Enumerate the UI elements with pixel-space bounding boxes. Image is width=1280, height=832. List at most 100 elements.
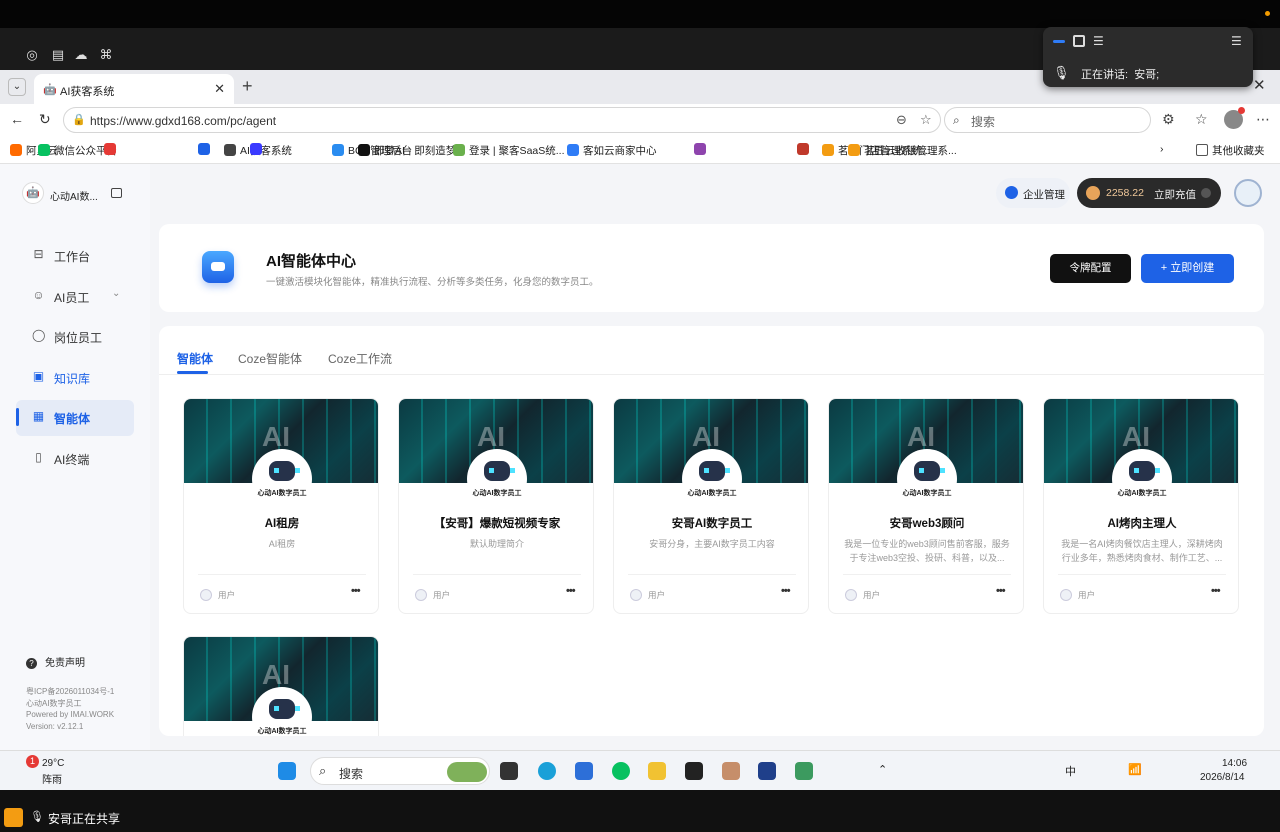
- sidebar-collapse-icon[interactable]: [111, 188, 122, 198]
- more-options-icon[interactable]: •••: [566, 585, 576, 597]
- bookmark-item[interactable]: 客如云商家中心: [567, 143, 657, 158]
- spreadsheet-icon[interactable]: [795, 762, 813, 780]
- more-options-icon[interactable]: •••: [996, 585, 1006, 597]
- m-app-icon[interactable]: [758, 762, 776, 780]
- sidebar-item-label: 岗位员工: [54, 331, 103, 345]
- clock-date[interactable]: 2026/8/14: [1200, 772, 1245, 783]
- favorites-icon[interactable]: ☆: [1195, 111, 1208, 128]
- bookmark-item[interactable]: [694, 143, 710, 156]
- tab-coze-workflows[interactable]: Coze工作流: [328, 350, 392, 367]
- agent-card[interactable]: 心动AI数字员工安哥web3顾问我是一位专业的web3顾问售前客服，服务于专注w…: [828, 398, 1024, 614]
- bookmark-item[interactable]: 登录 | 聚客SaaS统...: [453, 143, 565, 158]
- extensions-icon[interactable]: ⚙: [1162, 111, 1175, 128]
- agent-card[interactable]: 心动AI数字员工 AI烤肉主理人我是一名AI烤肉餐饮店主理人，深耕烤肉行业多年，熟…: [1043, 398, 1239, 614]
- back-button[interactable]: ←: [10, 111, 24, 127]
- url-field[interactable]: 🔒 https://www.gdxd168.com/pc/agent ⊖ ☆: [63, 107, 941, 133]
- robot-label: 心动AI数字员工: [472, 490, 522, 497]
- edge-icon[interactable]: [538, 762, 556, 780]
- bookmark-item[interactable]: [104, 143, 120, 156]
- more-options-icon[interactable]: •••: [351, 585, 361, 597]
- agent-desc: AI租房: [268, 539, 296, 549]
- sidebar-item-0[interactable]: ⊟ 工作台: [16, 238, 134, 274]
- terminal-icon[interactable]: [685, 762, 703, 780]
- clock-time[interactable]: 14:06: [1222, 758, 1247, 769]
- agent-owner: 用户: [1078, 590, 1096, 600]
- sidebar-item-5[interactable]: ▯ AI终端: [16, 441, 134, 477]
- chevron-right-icon[interactable]: ›: [1160, 143, 1164, 155]
- tab-list-button[interactable]: ⌄: [8, 78, 26, 96]
- agent-card[interactable]: 心动AI数字员工【安哥】爆款短视频专家默认助理简介用户 •••: [398, 398, 594, 614]
- bookmark-icon: [848, 144, 860, 156]
- wechat-icon[interactable]: [612, 762, 630, 780]
- folder-icon[interactable]: [648, 762, 666, 780]
- bookmark-item[interactable]: 即梦AI - 即刻造梦: [358, 143, 456, 158]
- ime-indicator[interactable]: 中: [1065, 763, 1076, 779]
- windows-start-icon[interactable]: [278, 762, 296, 780]
- bookmark-item[interactable]: [250, 143, 266, 156]
- bookmark-icon: [224, 144, 236, 156]
- sidebar-item-4[interactable]: ▦ 智能体: [16, 400, 134, 436]
- agent-center-icon: [202, 251, 234, 283]
- grid-icon: ▦: [32, 409, 45, 423]
- avatar-app-icon[interactable]: [722, 762, 740, 780]
- card-divider: [198, 574, 366, 575]
- agent-card[interactable]: 心动AI数字员工 AI租房 AI租房用户 •••: [183, 398, 379, 614]
- voice-popup: ☰ ☰ 🎙 正在讲话: 安哥;: [1043, 27, 1253, 87]
- other-bookmarks[interactable]: 其他收藏夹: [1196, 143, 1265, 158]
- sidebar-item-2[interactable]: ◯ 岗位员工: [16, 319, 134, 355]
- card-divider: [628, 574, 796, 575]
- taskbar: 1 29°C 阵雨 ⌕ 搜索 ⌃ 中 📶 14:06 2026/8/14: [0, 750, 1280, 790]
- more-icon[interactable]: ⋯: [1256, 111, 1270, 128]
- new-tab-button[interactable]: +: [242, 76, 253, 97]
- minimize-icon[interactable]: [1053, 40, 1065, 43]
- bookmark-item[interactable]: [198, 143, 214, 156]
- eye-off-icon[interactable]: ◎: [24, 48, 40, 62]
- share-text: 安哥正在共享: [48, 812, 121, 826]
- doc-icon[interactable]: ▤: [50, 48, 66, 62]
- sidebar-item-1[interactable]: ☺ AI员工 ⌄: [16, 279, 134, 315]
- browser-tab[interactable]: 🤖 AI获客系统 ✕: [34, 74, 234, 104]
- bookmark-icon: [38, 144, 50, 156]
- reload-button[interactable]: ↻: [39, 111, 51, 128]
- bookmark-label: 登录 | 聚客SaaS统...: [469, 145, 565, 157]
- menu-icon[interactable]: ☰: [1093, 35, 1105, 47]
- enterprise-button[interactable]: 企业管理: [996, 178, 1070, 208]
- balance-pill[interactable]: 2258.22 立即充值: [1077, 178, 1221, 208]
- browser-search-field[interactable]: ⌕ 搜索: [944, 107, 1151, 133]
- tab-agents[interactable]: 智能体: [177, 350, 213, 367]
- user-avatar[interactable]: [1234, 179, 1262, 207]
- icp-text[interactable]: 粤ICP备2026011034号-1: [26, 686, 114, 697]
- taskbar-search[interactable]: ⌕ 搜索: [310, 757, 490, 785]
- cloud-icon[interactable]: ☁: [73, 48, 89, 62]
- app-icon[interactable]: [575, 762, 593, 780]
- favorite-star-icon[interactable]: ☆: [920, 112, 932, 128]
- speaking-text: 正在讲话: 安哥;: [1081, 69, 1160, 81]
- app-page: 🤖 心动AI数... ⊟ 工作台 ☺ AI员工 ⌄ ◯ 岗位员工 ▣ 知识库 ▦ 智能体 ▯ AI终端 …: [0, 164, 1280, 750]
- more-options-icon[interactable]: •••: [781, 585, 791, 597]
- user-icon: [630, 589, 642, 601]
- close-tab-icon[interactable]: ✕: [214, 81, 225, 97]
- bookmark-item[interactable]: 茗匠云收银管理系...: [848, 143, 957, 158]
- disclaimer-link[interactable]: ? 免责声明: [26, 654, 85, 669]
- wifi-icon[interactable]: 📶: [1128, 763, 1142, 776]
- list-icon[interactable]: ☰: [1231, 35, 1243, 47]
- bookmark-item[interactable]: [797, 143, 813, 156]
- task-view-icon[interactable]: [500, 762, 518, 780]
- enterprise-icon: [1005, 186, 1018, 199]
- agent-card[interactable]: 心动AI数字员工安哥AI数字员工安哥分身，主要AI数字员工内容用户 •••: [613, 398, 809, 614]
- microphone-icon: 🎙: [30, 811, 44, 823]
- chevron-up-icon[interactable]: ⌃: [878, 763, 887, 776]
- translate-icon[interactable]: ⌘: [98, 48, 114, 62]
- window-close-button[interactable]: ✕: [1253, 76, 1266, 94]
- sidebar-item-3[interactable]: ▣ 知识库: [16, 360, 134, 396]
- bookmark-icon: [358, 144, 370, 156]
- zoom-icon[interactable]: ⊖: [896, 112, 907, 128]
- window-icon[interactable]: [1073, 35, 1085, 47]
- create-button[interactable]: + 立即创建: [1141, 254, 1234, 283]
- book-icon: ▣: [32, 368, 45, 383]
- token-config-button[interactable]: 令牌配置: [1050, 254, 1131, 283]
- agent-card[interactable]: 心动AI数字员工: [183, 636, 379, 736]
- tab-coze-agents[interactable]: Coze智能体: [238, 350, 302, 367]
- more-options-icon[interactable]: •••: [1211, 585, 1221, 597]
- recharge-link[interactable]: 立即充值: [1154, 187, 1196, 202]
